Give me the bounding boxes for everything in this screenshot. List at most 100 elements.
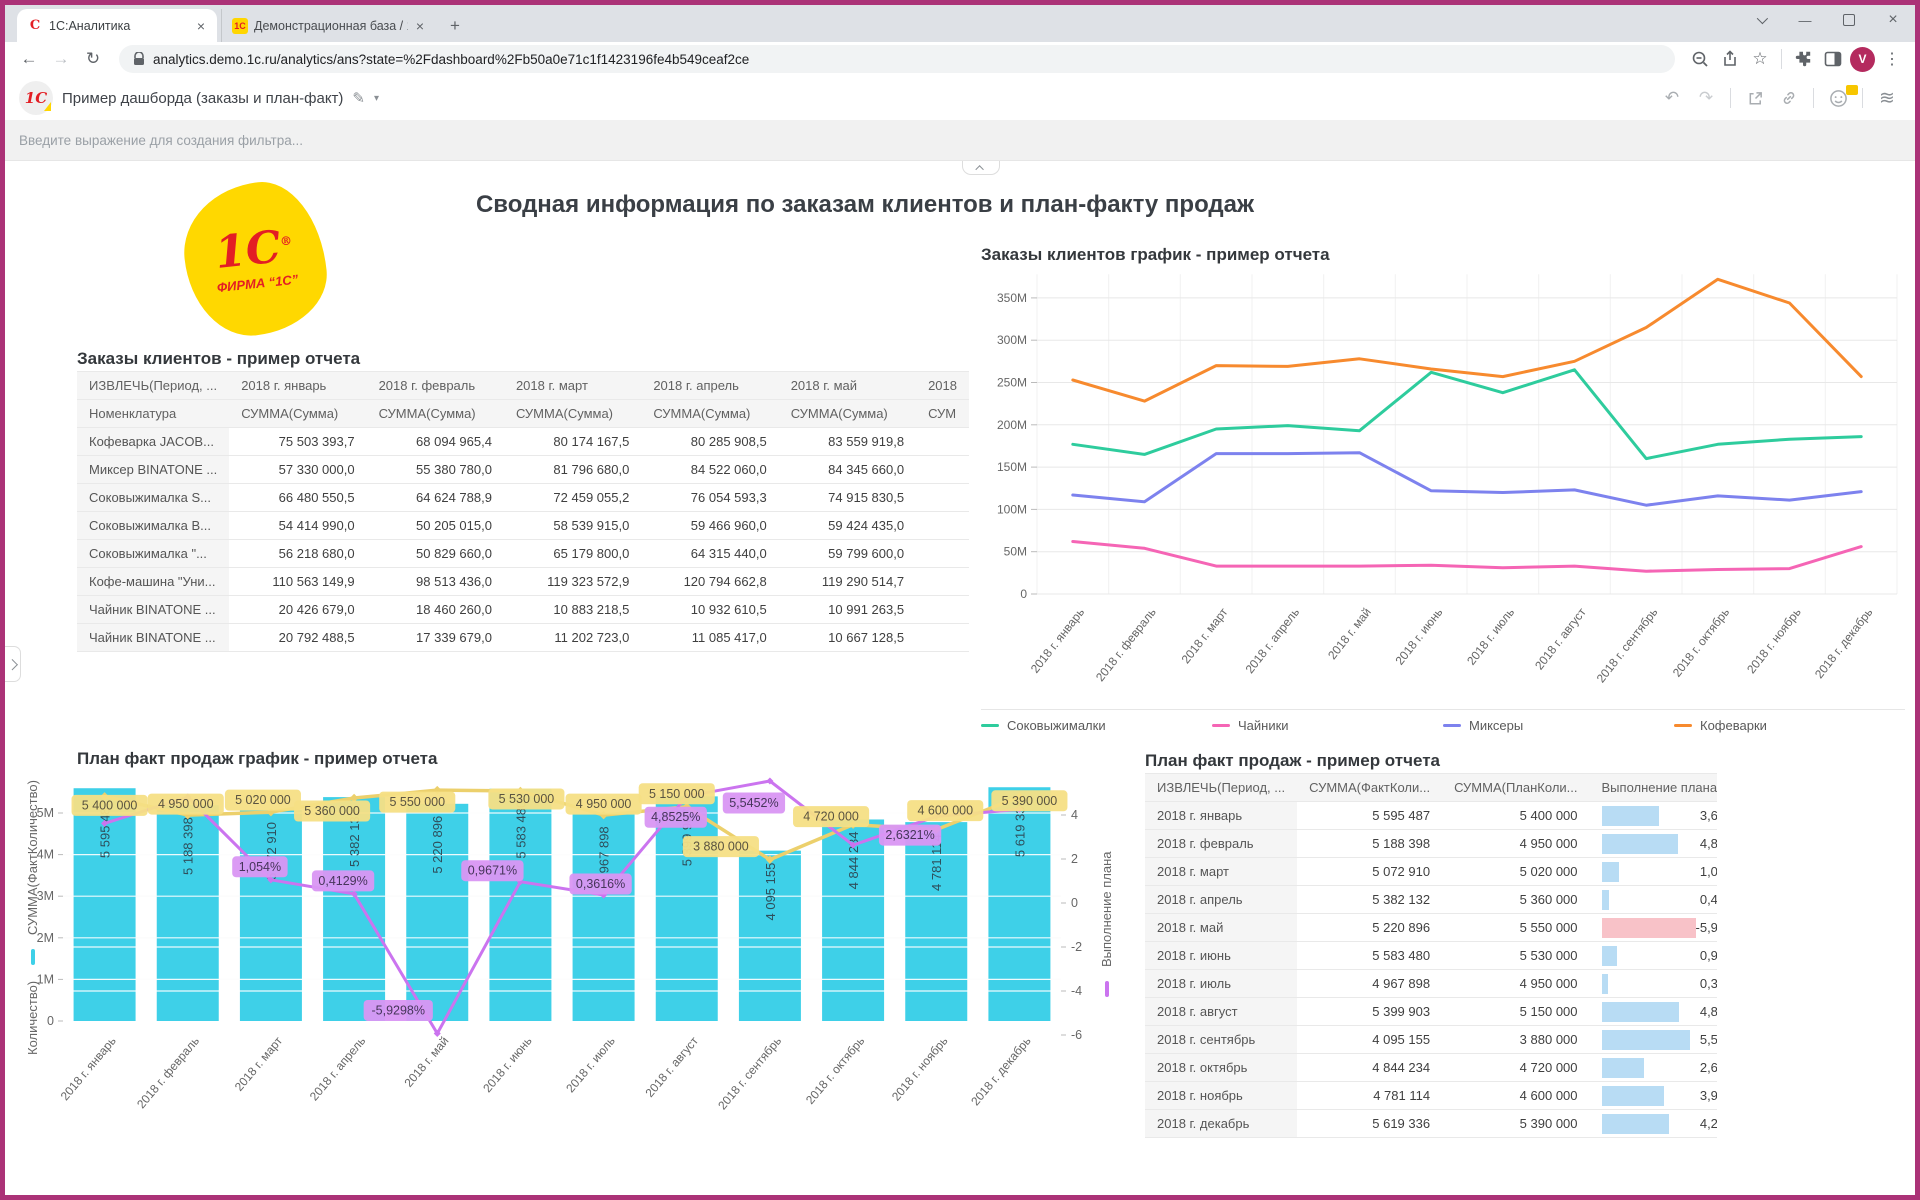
sum-cell: 83 559 919,8 — [779, 428, 916, 456]
fact-cell: 5 382 132 — [1297, 886, 1442, 914]
table-row: 2018 г. ноябрь4 781 1144 600 0003,9373% — [1145, 1082, 1717, 1110]
sum-cell: 120 794 662,8 — [641, 568, 778, 596]
address-bar[interactable]: analytics.demo.1c.ru/analytics/ans?state… — [119, 45, 1675, 73]
period-cell: 2018 г. май — [1145, 914, 1297, 942]
browser-menu-dots-icon[interactable]: ⋮ — [1879, 49, 1905, 69]
tab-title: 1С:Аналитика — [49, 19, 189, 33]
undo-icon[interactable]: ↶ — [1658, 88, 1686, 108]
feedback-smiley-icon[interactable] — [1824, 89, 1852, 108]
nomenclature-cell: Чайник BINATONE ... — [77, 624, 229, 652]
plan-execution-cell: 0,3616% — [1590, 970, 1717, 998]
toolbar-divider — [1813, 88, 1814, 108]
fact-cell: 4 095 155 — [1297, 1026, 1442, 1054]
value-subheader: СУММА(Сумма) — [504, 400, 641, 428]
window-restore-button[interactable] — [1827, 5, 1871, 35]
data-label-text: 0,3616% — [576, 877, 625, 891]
nomenclature-cell: Кофеварка JACOB... — [77, 428, 229, 456]
bookmark-star-icon[interactable]: ☆ — [1747, 49, 1773, 69]
nomenclature-cell: Кофе-машина "Уни... — [77, 568, 229, 596]
extensions-puzzle-icon[interactable] — [1790, 50, 1816, 68]
pct-value: 1,0540% — [1700, 864, 1717, 879]
copy-link-icon[interactable] — [1775, 89, 1803, 107]
table-row: Соковыжималка S...66 480 550,564 624 788… — [77, 484, 969, 512]
x-tick-label: 2018 г. сентябрь — [715, 1034, 784, 1112]
sum-cell: 84 345 660,0 — [779, 456, 916, 484]
profile-avatar[interactable]: V — [1850, 47, 1875, 72]
column-header: СУММА(ФактКоли... — [1297, 774, 1442, 802]
sum-cell: 59 466 960,0 — [641, 512, 778, 540]
table-row: 2018 г. март5 072 9105 020 0001,0540% — [1145, 858, 1717, 886]
app-header: 1С Пример дашборда (заказы и план-факт) … — [5, 76, 1915, 120]
share-icon[interactable] — [1717, 50, 1743, 68]
table-row: 2018 г. февраль5 188 3984 950 0004,8161% — [1145, 830, 1717, 858]
collapse-filter-pill[interactable] — [962, 161, 1000, 175]
back-icon[interactable]: ← — [15, 49, 43, 69]
title-dropdown-caret-icon[interactable]: ▾ — [374, 93, 379, 104]
sum-cell — [916, 596, 969, 624]
sum-cell: 56 218 680,0 — [229, 540, 366, 568]
waves-menu-icon[interactable]: ≋ — [1873, 87, 1901, 110]
month-header: 2018 — [916, 372, 969, 400]
data-label-text: 2,6321% — [885, 828, 934, 842]
pct-value: -5,9298% — [1696, 920, 1717, 935]
pct-inline-bar — [1602, 862, 1619, 882]
side-panel-icon[interactable] — [1820, 50, 1846, 68]
bar-value-label: 4 095 155 — [763, 863, 778, 921]
legend-item[interactable]: Соковыжималки — [981, 718, 1212, 733]
sum-cell: 80 174 167,5 — [504, 428, 641, 456]
zoom-icon[interactable] — [1687, 50, 1713, 68]
tab-1c-analytics[interactable]: C 1С:Аналитика × — [17, 9, 217, 42]
legend-item[interactable]: Кофеварки — [1674, 718, 1905, 733]
plan-cell: 5 530 000 — [1442, 942, 1589, 970]
tab-close-icon[interactable]: × — [414, 18, 426, 34]
legend-item[interactable]: Миксеры — [1443, 718, 1674, 733]
table-row: 2018 г. сентябрь4 095 1553 880 0005,5452… — [1145, 1026, 1717, 1054]
open-external-icon[interactable] — [1741, 90, 1769, 107]
plan-execution-cell: 0,4129% — [1590, 886, 1717, 914]
data-label-text: 4 950 000 — [576, 797, 632, 811]
right-y-tick-label: -6 — [1071, 1028, 1082, 1042]
legend-item[interactable]: Чайники — [1212, 718, 1443, 733]
sum-cell: 20 426 679,0 — [229, 596, 366, 624]
left-panel-expander[interactable] — [5, 646, 21, 682]
planfact-bar-chart[interactable]: 01M2M3M4M5M420-2-4-65 595 4875 188 3985 … — [5, 769, 1095, 1161]
sum-cell — [916, 428, 969, 456]
column-header: СУММА(ПланКоли... — [1442, 774, 1589, 802]
redo-icon[interactable]: ↷ — [1692, 88, 1720, 108]
planfact-table: ИЗВЛЕЧЬ(Период, ...СУММА(ФактКоли...СУММ… — [1145, 773, 1717, 1138]
plan-execution-cell: 4,2548% — [1590, 1110, 1717, 1138]
table-row: Соковыжималка "...56 218 680,050 829 660… — [77, 540, 969, 568]
column-header: ИЗВЛЕЧЬ(Период, ... — [1145, 774, 1297, 802]
fact-cell: 5 399 903 — [1297, 998, 1442, 1026]
data-label-text: 5 020 000 — [235, 793, 291, 807]
window-close-button[interactable]: × — [1871, 5, 1915, 35]
pct-inline-bar — [1602, 806, 1659, 826]
edit-pencil-icon[interactable]: ✎ — [352, 89, 365, 107]
plan-execution-cell: 3,9373% — [1590, 1082, 1717, 1110]
table-row: 2018 г. январь5 595 4875 400 0003,6201% — [1145, 802, 1717, 830]
period-cell: 2018 г. сентябрь — [1145, 1026, 1297, 1054]
sum-cell: 10 932 610,5 — [641, 596, 778, 624]
pct-value: 4,2548% — [1700, 1116, 1717, 1131]
window-menu-chevron-icon[interactable] — [1739, 5, 1783, 35]
1c-analytics-logo[interactable]: 1С — [19, 81, 53, 115]
pct-value: 3,9373% — [1700, 1088, 1717, 1103]
period-cell: 2018 г. июнь — [1145, 942, 1297, 970]
legend-swatch-icon — [1443, 724, 1461, 727]
pct-value: 0,3616% — [1700, 976, 1717, 991]
window-minimize-button[interactable]: — — [1783, 5, 1827, 35]
forward-icon[interactable]: → — [47, 49, 75, 69]
tab-demo-base[interactable]: 1С Демонстрационная база / 1С:ER × — [221, 9, 436, 42]
planfact-table-widget: ИЗВЛЕЧЬ(Период, ...СУММА(ФактКоли...СУММ… — [1145, 773, 1717, 1138]
filter-expression-input[interactable] — [17, 132, 1021, 149]
x-tick-label: 2018 г. январь — [58, 1034, 119, 1103]
sum-cell: 76 054 593,3 — [641, 484, 778, 512]
browser-tab-strip: C 1С:Аналитика × 1С Демонстрационная баз… — [5, 5, 1915, 42]
reload-icon[interactable]: ↻ — [79, 49, 107, 69]
left-y-tick-label: 1M — [37, 972, 54, 986]
new-tab-button[interactable]: + — [436, 16, 474, 42]
table-row: Соковыжималка B...54 414 990,050 205 015… — [77, 512, 969, 540]
orders-line-chart[interactable]: 050M100M150M200M250M300M350M2018 г. янва… — [981, 257, 1905, 704]
tab-close-icon[interactable]: × — [195, 18, 207, 34]
y-tick-label: 250M — [997, 376, 1027, 390]
